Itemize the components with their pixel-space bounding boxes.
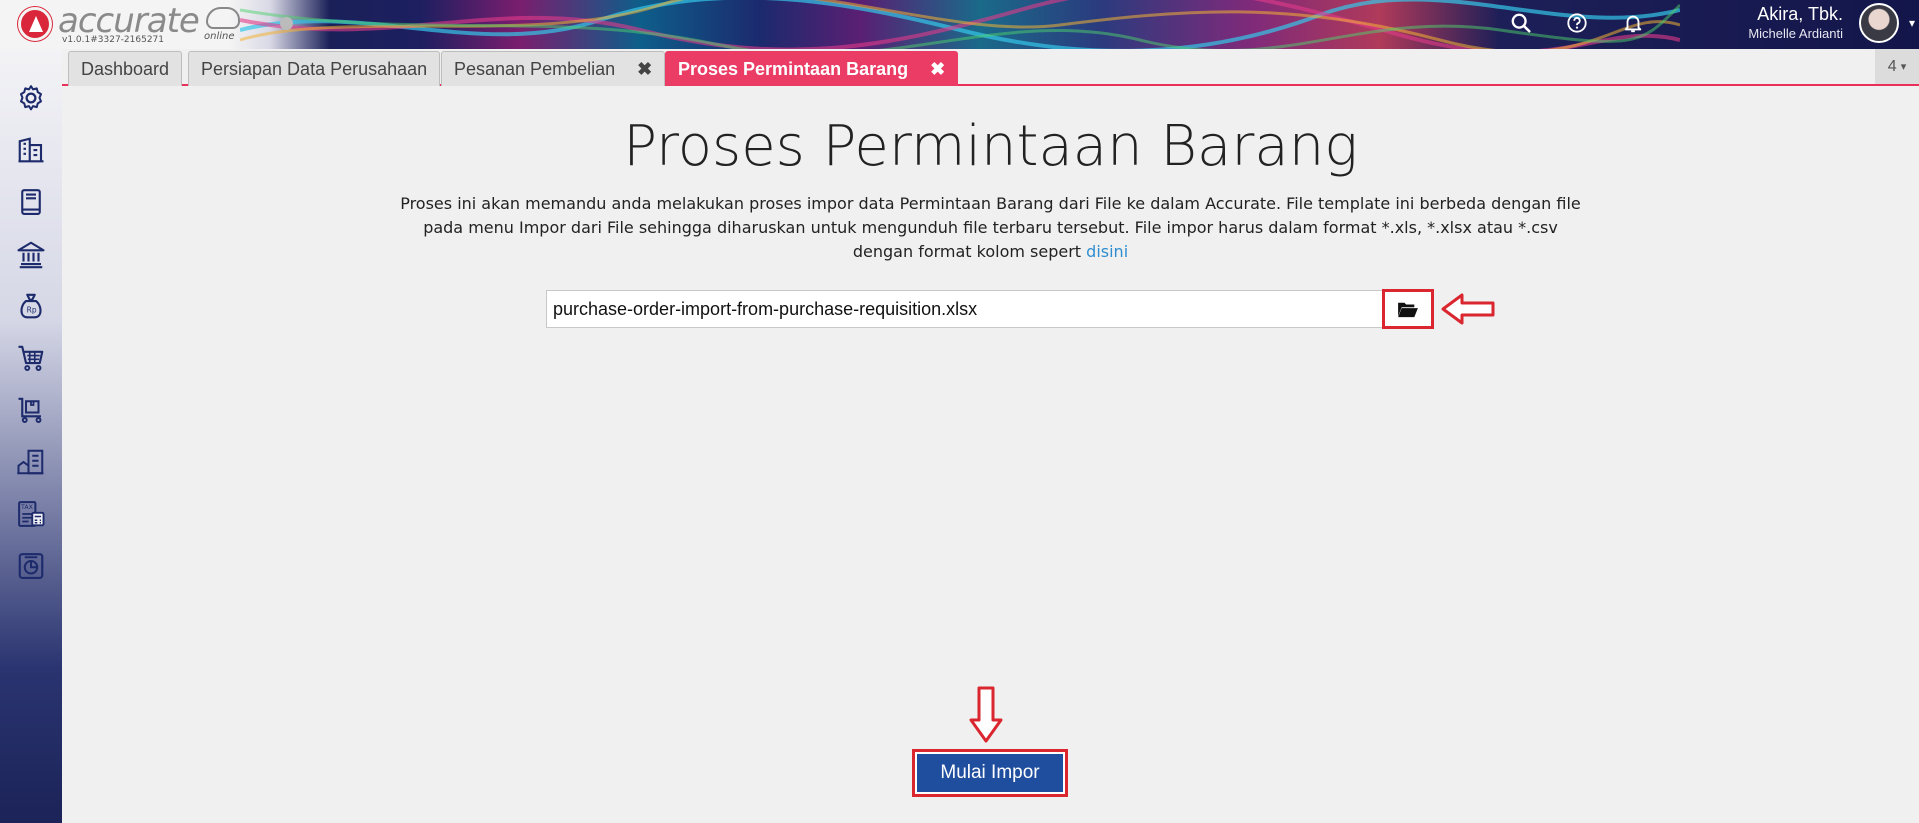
tab-label: Pesanan Pembelian [454, 58, 616, 79]
tab-proses-permintaan-barang[interactable]: Proses Permintaan Barang ✖ [665, 51, 959, 86]
svg-text:Rp: Rp [27, 305, 37, 314]
tax-icon[interactable]: TAX [14, 497, 48, 531]
tab-bar: Dashboard Persiapan Data Perusahaan Pesa… [62, 49, 1919, 86]
delivery-cart-icon[interactable] [14, 393, 48, 427]
tab-persiapan-data-perusahaan[interactable]: Persiapan Data Perusahaan [188, 51, 441, 86]
bell-icon[interactable] [1620, 10, 1646, 36]
building-icon[interactable] [14, 133, 48, 167]
user-info[interactable]: Akira, Tbk. Michelle Ardianti [1748, 4, 1843, 41]
status-dot-icon [280, 17, 293, 30]
money-bag-icon[interactable]: Rp [14, 289, 48, 323]
template-download-link[interactable]: disini [1086, 242, 1128, 261]
close-icon[interactable]: ✖ [930, 59, 945, 80]
chevron-down-icon[interactable]: ▾ [1909, 16, 1915, 30]
logo-online-text: online [204, 31, 235, 42]
avatar[interactable] [1859, 3, 1899, 43]
tab-label: Dashboard [81, 58, 170, 79]
top-header: accurate online v1.0.1#3327-2165271 Akir… [0, 0, 1919, 49]
folder-open-icon [1398, 302, 1418, 318]
file-path-field[interactable]: purchase-order-import-from-purchase-requ… [546, 290, 1404, 328]
search-icon[interactable] [1508, 10, 1534, 36]
cart-icon[interactable] [14, 341, 48, 375]
close-icon[interactable]: ✖ [637, 59, 652, 80]
description-text: Proses ini akan memandu anda melakukan p… [400, 194, 1581, 261]
book-icon[interactable] [14, 185, 48, 219]
start-import-button[interactable]: Mulai Impor [912, 749, 1068, 797]
app-version: v1.0.1#3327-2165271 [62, 35, 165, 45]
tab-label: Persiapan Data Perusahaan [201, 58, 428, 79]
warehouse-icon[interactable] [14, 445, 48, 479]
user-name: Michelle Ardianti [1748, 26, 1843, 41]
gear-icon[interactable] [14, 81, 48, 115]
tab-dashboard[interactable]: Dashboard [68, 51, 183, 86]
tab-count-badge[interactable]: 4 ▾ [1875, 49, 1919, 84]
page-description: Proses ini akan memandu anda melakukan p… [398, 192, 1583, 264]
sidebar: Rp TAX [0, 49, 62, 823]
start-import-label: Mulai Impor [917, 754, 1063, 792]
annotation-arrow-down-icon [969, 686, 1003, 743]
report-icon[interactable] [14, 549, 48, 583]
browse-file-button[interactable] [1382, 289, 1434, 329]
logo-mark-icon [18, 7, 52, 41]
tab-label: Proses Permintaan Barang [678, 58, 909, 79]
accurate-logo[interactable]: accurate online v1.0.1#3327-2165271 [18, 1, 268, 47]
tab-pesanan-pembelian[interactable]: Pesanan Pembelian ✖ [441, 51, 666, 86]
cloud-icon [206, 7, 240, 29]
main-content: Proses Permintaan Barang Proses ini akan… [62, 88, 1919, 823]
annotation-arrow-left-icon [1441, 293, 1495, 325]
help-icon[interactable] [1564, 10, 1590, 36]
page-title: Proses Permintaan Barang [623, 114, 1358, 179]
svg-text:TAX: TAX [20, 504, 34, 511]
header-decoration [240, 0, 1680, 49]
bank-icon[interactable] [14, 237, 48, 271]
company-name: Akira, Tbk. [1757, 4, 1843, 24]
